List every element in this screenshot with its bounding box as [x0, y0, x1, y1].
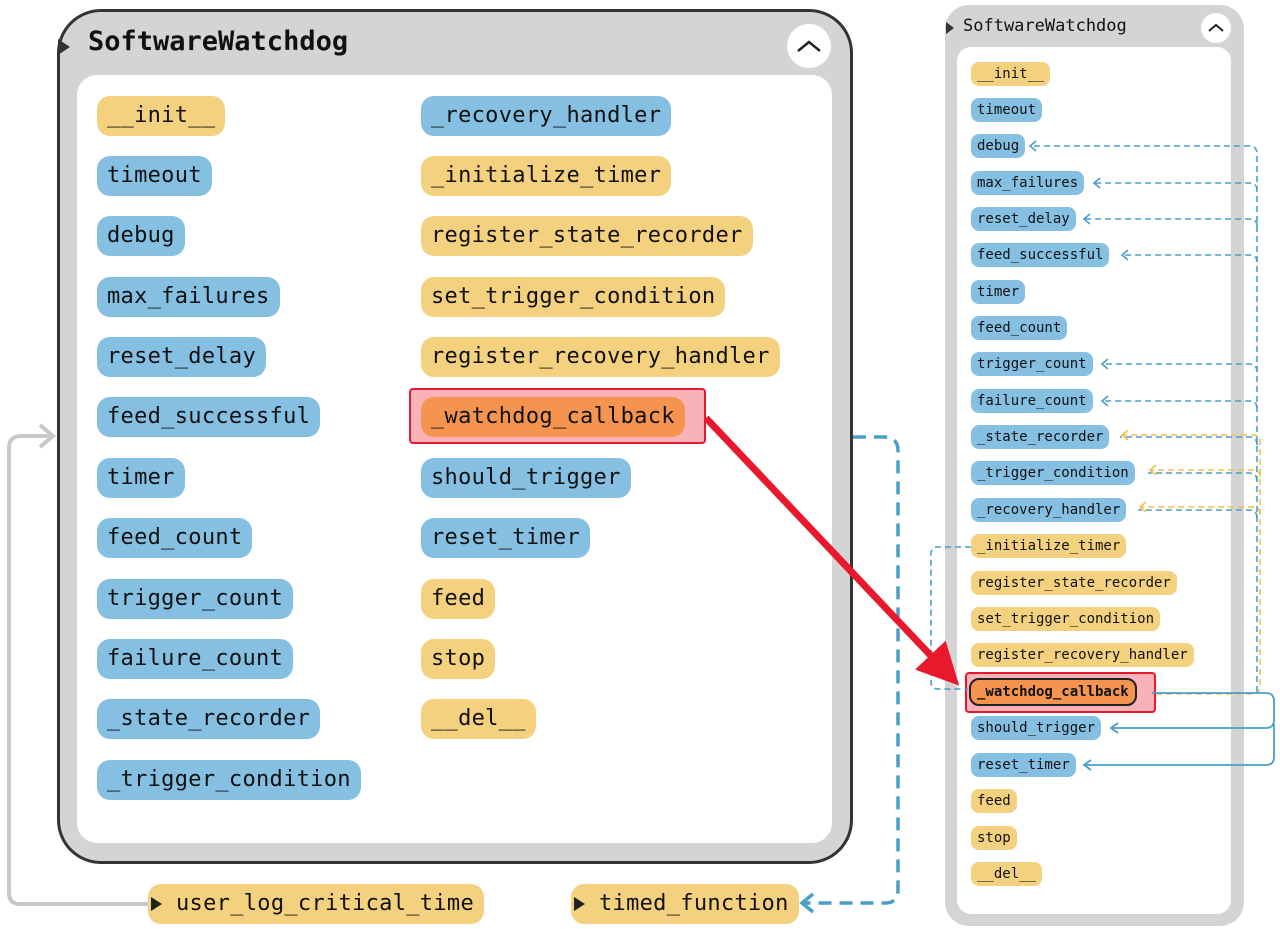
member-del[interactable]: __del__ — [421, 699, 536, 739]
side-member-timer[interactable]: timer — [971, 280, 1026, 304]
side-member-feed-count[interactable]: feed_count — [971, 316, 1068, 340]
side-member-trigger-count[interactable]: trigger_count — [971, 352, 1093, 376]
member-state-recorder[interactable]: _state_recorder — [97, 699, 321, 739]
member-reset-timer[interactable]: reset_timer — [421, 518, 590, 558]
member-trigger-condition[interactable]: _trigger_condition — [97, 760, 361, 800]
member-initialize-timer[interactable]: _initialize_timer — [421, 156, 672, 196]
expand-triangle-icon — [151, 897, 162, 911]
member-trigger-count[interactable]: trigger_count — [97, 579, 294, 619]
node-timed-function[interactable]: timed_function — [571, 884, 799, 924]
node-user-log-critical-time[interactable]: user_log_critical_time — [148, 884, 484, 924]
member-init[interactable]: __init__ — [97, 96, 226, 136]
side-member-set-trigger-condition[interactable]: set_trigger_condition — [971, 607, 1161, 631]
side-member-stop[interactable]: stop — [971, 826, 1017, 850]
class-title-side: SoftwareWatchdog — [963, 16, 1127, 36]
collapse-button[interactable] — [787, 24, 831, 68]
side-member-failure-count[interactable]: failure_count — [971, 389, 1093, 413]
member-reset-delay[interactable]: reset_delay — [97, 337, 266, 377]
expand-triangle-icon[interactable] — [945, 21, 955, 35]
side-member-register-recovery-handler[interactable]: register_recovery_handler — [971, 643, 1194, 667]
member-register-state-recorder[interactable]: register_state_recorder — [421, 216, 753, 256]
member-failure-count[interactable]: failure_count — [97, 639, 294, 679]
side-member-trigger-condition[interactable]: _trigger_condition — [971, 461, 1135, 485]
side-member-should-trigger[interactable]: should_trigger — [971, 716, 1102, 740]
side-member-max-failures[interactable]: max_failures — [971, 171, 1085, 195]
node-label: timed_function — [599, 891, 789, 916]
member-set-trigger-condition[interactable]: set_trigger_condition — [421, 277, 726, 317]
side-member-state-recorder[interactable]: _state_recorder — [971, 425, 1110, 449]
member-watchdog-callback[interactable]: _watchdog_callback — [421, 397, 685, 437]
member-stop[interactable]: stop — [421, 639, 496, 679]
member-feed[interactable]: feed — [421, 579, 496, 619]
side-member-reset-delay[interactable]: reset_delay — [971, 207, 1076, 231]
side-member-init[interactable]: __init__ — [971, 62, 1051, 86]
member-should-trigger[interactable]: should_trigger — [421, 458, 631, 498]
node-label: user_log_critical_time — [176, 891, 474, 916]
arrowhead-icon — [38, 423, 57, 449]
side-member-feed[interactable]: feed — [971, 789, 1017, 813]
member-debug[interactable]: debug — [97, 216, 185, 256]
collapse-button-side[interactable] — [1201, 13, 1231, 43]
member-recovery-handler[interactable]: _recovery_handler — [421, 96, 672, 136]
member-timer[interactable]: timer — [97, 458, 185, 498]
side-member-recovery-handler[interactable]: _recovery_handler — [971, 498, 1127, 522]
class-title: SoftwareWatchdog — [88, 26, 349, 57]
side-member-register-state-recorder[interactable]: register_state_recorder — [971, 571, 1177, 595]
side-member-initialize-timer[interactable]: _initialize_timer — [971, 534, 1127, 558]
side-member-del[interactable]: __del__ — [971, 862, 1043, 886]
arrowhead-icon — [799, 892, 815, 914]
chevron-up-icon — [797, 40, 821, 52]
side-member-timeout[interactable]: timeout — [971, 98, 1043, 122]
member-feed-count[interactable]: feed_count — [97, 518, 253, 558]
side-member-feed-successful[interactable]: feed_successful — [971, 243, 1110, 267]
side-member-watchdog-callback[interactable]: _watchdog_callback — [969, 678, 1137, 706]
side-member-debug[interactable]: debug — [971, 134, 1026, 158]
expand-triangle-icon[interactable] — [57, 38, 71, 56]
member-feed-successful[interactable]: feed_successful — [97, 397, 321, 437]
member-register-recovery-handler[interactable]: register_recovery_handler — [421, 337, 780, 377]
side-member-reset-timer[interactable]: reset_timer — [971, 753, 1076, 777]
expand-triangle-icon — [574, 897, 585, 911]
member-max-failures[interactable]: max_failures — [97, 277, 280, 317]
member-timeout[interactable]: timeout — [97, 156, 212, 196]
chevron-up-icon — [1208, 23, 1224, 32]
